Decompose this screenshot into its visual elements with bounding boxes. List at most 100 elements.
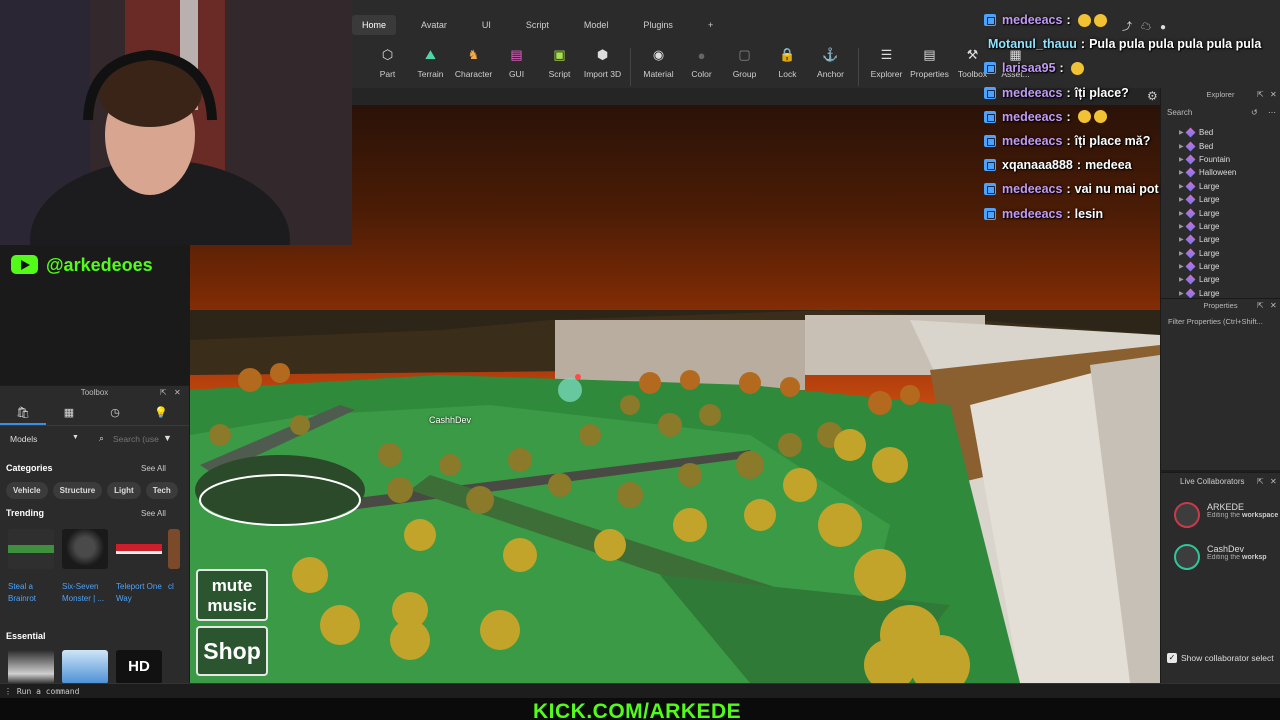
filter-icon[interactable]: ▼ — [163, 433, 172, 443]
material-tool-button[interactable]: ◉ Material — [637, 46, 680, 86]
essential-item[interactable] — [8, 650, 54, 684]
chat-username[interactable]: medeeacs — [1002, 207, 1062, 221]
chat-username[interactable]: medeeacs — [1002, 134, 1062, 148]
mute-music-button[interactable]: mute music — [196, 569, 268, 621]
popout-icon[interactable]: ⇱ — [1257, 477, 1264, 486]
creations-bulb-icon[interactable]: 💡 — [138, 400, 184, 425]
hd-essential-item[interactable]: HD — [116, 650, 162, 684]
live-collaborators-title: Live Collaborators — [1180, 477, 1245, 486]
inventory-bag-icon[interactable]: 🛍 — [0, 400, 46, 425]
tool-label: Color — [691, 69, 712, 79]
chat-separator: : — [1076, 158, 1082, 173]
model-icon — [1185, 248, 1196, 259]
collaborator-entry[interactable]: ARKEDE Editing the workspace — [1174, 502, 1280, 528]
lock-icon: 🔒 — [779, 47, 796, 62]
tab-home[interactable]: Home — [352, 15, 397, 35]
category-chip-vehicle[interactable]: Vehicle — [6, 482, 48, 499]
chevron-down-icon[interactable]: ▼ — [72, 434, 79, 441]
close-icon[interactable]: ✕ — [1270, 299, 1277, 313]
part-tool-button[interactable]: ⬡ Part — [366, 46, 409, 86]
character-icon: ♞ — [467, 47, 480, 62]
collaborator-entry[interactable]: CashDev Editing the worksp — [1174, 544, 1280, 570]
anchor-tool-button[interactable]: ⚓ Anchor — [809, 46, 852, 86]
show-collaborator-select-toggle[interactable]: ✓ Show collaborator select — [1167, 653, 1274, 663]
trending-item[interactable]: Teleport One Way — [116, 529, 166, 605]
chat-username[interactable]: larisaa95 — [1002, 61, 1056, 75]
toolbox-tab-row: 🛍 ▦ ◷ 💡 — [0, 400, 189, 426]
recent-clock-icon[interactable]: ◷ — [92, 400, 138, 425]
emoji-icon — [1077, 110, 1091, 124]
tab-avatar[interactable]: Avatar — [411, 15, 457, 35]
collaborator-name: ARKEDE — [1207, 502, 1245, 512]
script-tool-button[interactable]: ▣ Script — [538, 46, 581, 86]
tool-label: Properties — [910, 69, 949, 79]
popout-icon[interactable]: ⇱ — [160, 388, 167, 397]
marketplace-grid-icon[interactable]: ▦ — [46, 400, 92, 425]
tab-script[interactable]: Script — [516, 15, 559, 35]
tab-model[interactable]: Model — [574, 15, 619, 35]
chat-username[interactable]: medeeacs — [1002, 110, 1062, 124]
chat-username[interactable]: medeeacs — [1002, 13, 1062, 27]
explorer-item[interactable]: ▶ Large — [1179, 260, 1236, 273]
trending-item[interactable]: Six-Seven Monster | ... — [62, 529, 112, 605]
explorer-item-label: Large — [1199, 248, 1220, 258]
group-tool-button[interactable]: ▢ Group — [723, 46, 766, 86]
terrain-tool-button[interactable]: ⛰ Terrain — [409, 46, 452, 86]
command-input[interactable]: Run a command — [17, 687, 80, 696]
checkbox-checked-icon[interactable]: ✓ — [1167, 653, 1177, 663]
trending-item[interactable]: cl — [168, 529, 188, 593]
close-icon[interactable]: ✕ — [174, 388, 181, 397]
category-chip-light[interactable]: Light — [107, 482, 141, 499]
chat-username[interactable]: medeeacs — [1002, 86, 1062, 100]
character-tool-button[interactable]: ♞ Character — [452, 46, 495, 86]
toolbox-panel: Toolbox ⇱ ✕ 🛍 ▦ ◷ 💡 Models ▼ ⌕ ▼ Categor… — [0, 386, 190, 684]
trending-see-all-link[interactable]: See All — [141, 509, 166, 518]
trending-item[interactable]: Steal a Brainrot — [8, 529, 58, 605]
explorer-item[interactable]: ▶ Large — [1179, 273, 1236, 286]
ribbon-tools: ⬡ Part ⛰ Terrain ♞ Character ▤ GUI ▣ Script ⬢ Impor… — [366, 46, 1037, 86]
chat-separator: : — [1059, 61, 1064, 76]
properties-title-text: Properties — [1203, 301, 1238, 310]
command-bar[interactable]: ⋮ Run a command — [0, 683, 1280, 698]
explorer-item[interactable]: ▶ Large — [1179, 233, 1236, 246]
category-chip-structure[interactable]: Structure — [52, 482, 103, 499]
chat-badge-icon — [984, 159, 996, 172]
channel-handle: @arkedeoes — [46, 255, 153, 275]
popout-icon[interactable]: ⇱ — [1257, 299, 1264, 313]
import-3d-tool-button[interactable]: ⬢ Import 3D — [581, 46, 624, 86]
lock-tool-button[interactable]: 🔒 Lock — [766, 46, 809, 86]
model-icon — [1185, 261, 1196, 272]
chat-badge-icon — [984, 62, 996, 75]
trending-item-name: Steal a Brainrot — [8, 582, 37, 603]
collaborator-status: Editing the workspace — [1207, 512, 1279, 519]
screen: CashhDev mute music Shop Home Avatar UI Scr… — [0, 0, 1280, 720]
shop-button[interactable]: Shop — [196, 626, 268, 676]
categories-see-all-link[interactable]: See All — [141, 464, 166, 473]
explorer-tool-button[interactable]: ☰ Explorer — [865, 46, 908, 86]
model-icon — [1185, 234, 1196, 245]
explorer-item[interactable]: ▶ Large — [1179, 247, 1236, 260]
stream-footer: KICK.COM/ARKEDE — [0, 698, 1280, 720]
prompt-icon: ⋮ — [4, 687, 17, 696]
category-chip-tech[interactable]: Tech — [145, 482, 178, 499]
category-chips: Vehicle Structure Light Tech — [6, 482, 183, 499]
tool-label: Anchor — [817, 69, 844, 79]
essential-item[interactable] — [62, 650, 108, 684]
close-icon[interactable]: ✕ — [1270, 477, 1277, 486]
tab-plugins[interactable]: Plugins — [633, 15, 683, 35]
add-tab-button[interactable]: + — [698, 15, 723, 35]
chat-username[interactable]: xqanaaa888 — [1002, 158, 1073, 172]
anchor-icon: ⚓ — [822, 47, 839, 62]
properties-tool-button[interactable]: ▤ Properties — [908, 46, 951, 86]
color-tool-button[interactable]: ● Color — [680, 46, 723, 86]
properties-filter-input[interactable]: Filter Properties (Ctrl+Shift... — [1168, 317, 1263, 326]
tool-label: Explorer — [870, 69, 903, 79]
chat-text: îți place? — [1074, 85, 1129, 100]
gui-tool-button[interactable]: ▤ GUI — [495, 46, 538, 86]
chat-username[interactable]: Motanul_thauu — [988, 37, 1077, 51]
category-select[interactable]: Models — [10, 434, 37, 444]
trending-thumbnail — [168, 529, 180, 569]
chat-username[interactable]: medeeacs — [1002, 182, 1062, 196]
tab-ui[interactable]: UI — [472, 15, 501, 35]
chat-separator: : — [1066, 182, 1071, 197]
